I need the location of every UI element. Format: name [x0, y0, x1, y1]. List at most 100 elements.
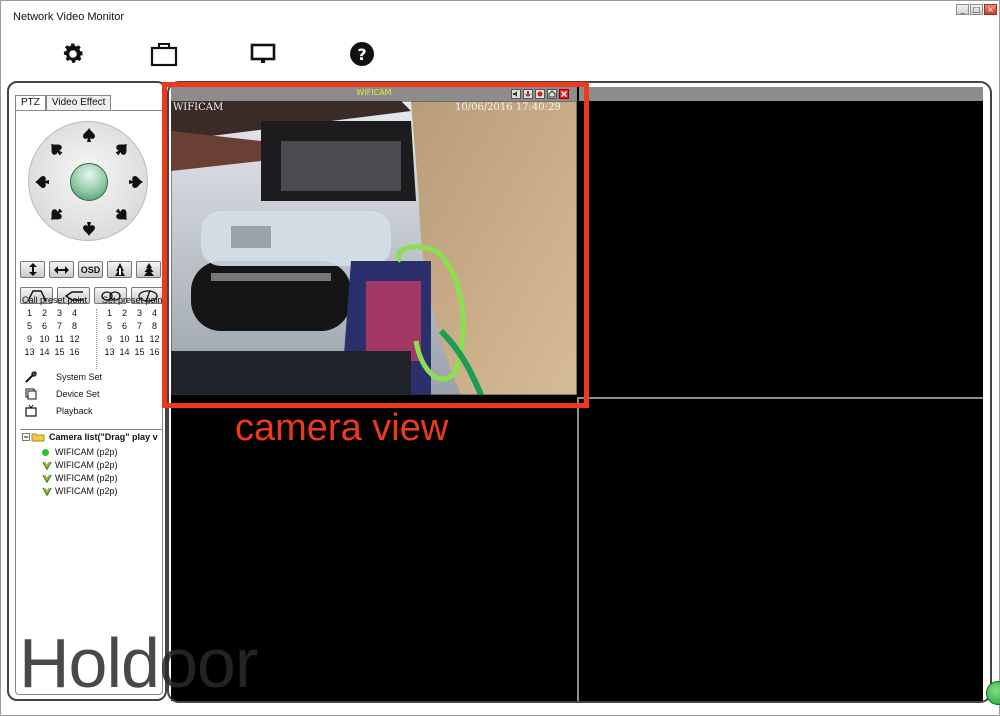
pan-up-left-button[interactable] [47, 140, 65, 158]
camera-controls [511, 89, 569, 99]
set-preset-point[interactable]: 7 [132, 321, 147, 331]
pan-up-right-button[interactable] [113, 140, 131, 158]
empty-cell-bar [579, 87, 983, 101]
call-preset-point[interactable]: 5 [22, 321, 37, 331]
svg-text:?: ? [357, 45, 366, 64]
spade-up-left-icon [51, 144, 63, 156]
call-preset-point[interactable]: 11 [52, 334, 67, 344]
camera-name: WIFICAM (p2p) [55, 447, 118, 457]
call-preset-point[interactable]: 12 [67, 334, 82, 344]
call-preset-point[interactable]: 3 [52, 308, 67, 318]
call-preset-header: Call preset point [22, 295, 88, 305]
camera-list-item[interactable]: WIFICAM (p2p) [42, 473, 118, 483]
system-set-label: System Set [56, 372, 103, 382]
set-preset-point[interactable]: 13 [102, 347, 117, 357]
record-button[interactable] [149, 39, 179, 69]
record-video-button[interactable] [535, 89, 545, 99]
call-preset-point[interactable]: 1 [22, 308, 37, 318]
close-video-button[interactable] [559, 89, 569, 99]
spade-up-icon [83, 128, 95, 142]
ptz-direction-pad [28, 121, 148, 241]
help-icon: ? [350, 42, 374, 66]
set-preset-point[interactable]: 2 [117, 308, 132, 318]
device-set-label: Device Set [56, 389, 100, 399]
pan-down-left-button[interactable] [47, 206, 65, 224]
set-preset-point[interactable]: 9 [102, 334, 117, 344]
horizontal-flip-button[interactable] [49, 261, 74, 278]
mute-button[interactable] [511, 89, 521, 99]
call-preset-point[interactable]: 2 [37, 308, 52, 318]
call-preset-point[interactable]: 13 [22, 347, 37, 357]
vertical-flip-button[interactable] [20, 261, 45, 278]
app-window: Network Video Monitor _ □ × ? PTZ Video … [0, 0, 1000, 716]
set-preset-point[interactable]: 8 [147, 321, 162, 331]
control-panel: PTZ Video Effect OSD Call preset point 1… [7, 81, 167, 701]
set-preset-point[interactable]: 10 [117, 334, 132, 344]
brand-watermark: Holdoor [19, 624, 258, 702]
set-preset-point[interactable]: 1 [102, 308, 117, 318]
title-bar: Network Video Monitor _ □ × [1, 1, 999, 31]
call-preset-point[interactable]: 15 [52, 347, 67, 357]
set-preset-point[interactable]: 16 [147, 347, 162, 357]
camera-feed-image [171, 101, 577, 395]
camera-list-item[interactable]: WIFICAM (p2p) [42, 447, 118, 457]
snapshot-button[interactable] [547, 89, 557, 99]
camera-list-item[interactable]: WIFICAM (p2p) [42, 486, 118, 496]
home-icon [548, 90, 556, 98]
spade-down-icon [83, 222, 95, 236]
osd-datetime: 10/06/2016 17:40:29 [455, 102, 561, 113]
set-preset-point[interactable]: 3 [132, 308, 147, 318]
call-preset-point[interactable]: 10 [37, 334, 52, 344]
tab-video-effect[interactable]: Video Effect [45, 95, 112, 110]
osd-button[interactable]: OSD [78, 261, 103, 278]
pan-up-button[interactable] [80, 126, 98, 144]
set-preset-point[interactable]: 5 [102, 321, 117, 331]
microphone-icon [525, 91, 531, 97]
help-button[interactable]: ? [347, 39, 377, 69]
set-preset-point[interactable]: 11 [132, 334, 147, 344]
monitor-icon [250, 43, 276, 63]
focus-near-button[interactable] [107, 261, 132, 278]
display-button[interactable] [248, 39, 278, 69]
video-cell-1[interactable]: WIFICAM WIFICAM 10/06/2016 17:40:29 [171, 87, 577, 395]
playback-icon [24, 405, 38, 417]
settings-button[interactable] [58, 39, 88, 69]
set-preset-point[interactable]: 14 [117, 347, 132, 357]
call-preset-point[interactable]: 9 [22, 334, 37, 344]
set-preset-point[interactable]: 15 [132, 347, 147, 357]
ptz-tab-content: OSD Call preset point 1 2 3 4 5 6 7 8 9 … [15, 110, 165, 695]
set-preset-point[interactable]: 6 [117, 321, 132, 331]
folder-icon [22, 433, 45, 442]
spade-down-left-icon [51, 208, 63, 220]
call-preset-point[interactable]: 7 [52, 321, 67, 331]
camera-list-item[interactable]: WIFICAM (p2p) [42, 460, 118, 470]
close-button[interactable]: × [984, 4, 997, 15]
call-preset-point[interactable]: 4 [67, 308, 82, 318]
call-preset-point[interactable]: 8 [67, 321, 82, 331]
call-preset-point[interactable]: 16 [67, 347, 82, 357]
camera-list-root[interactable]: Camera list("Drag" play v [22, 432, 158, 442]
call-preset-section: Call preset point 1 2 3 4 5 6 7 8 9 10 11 12 13 14 15 1… [22, 295, 87, 357]
pan-right-button[interactable] [127, 173, 145, 191]
system-set-menu-item[interactable]: System Set [24, 371, 102, 383]
device-set-menu-item[interactable]: Device Set [24, 388, 100, 400]
playback-menu-item[interactable]: Playback [24, 405, 93, 417]
status-badge-icon [986, 681, 1000, 705]
pan-down-button[interactable] [80, 220, 98, 238]
tab-ptz[interactable]: PTZ [15, 95, 46, 111]
set-preset-point[interactable]: 4 [147, 308, 162, 318]
minimize-button[interactable]: _ [956, 4, 969, 15]
set-preset-point[interactable]: 12 [147, 334, 162, 344]
talk-button[interactable] [523, 89, 533, 99]
call-preset-point[interactable]: 6 [37, 321, 52, 331]
record-icon [537, 91, 543, 97]
video-cell-2[interactable] [579, 87, 983, 395]
ptz-center-button[interactable] [70, 163, 108, 201]
camera-name: WIFICAM (p2p) [55, 486, 118, 496]
maximize-button[interactable]: □ [970, 4, 983, 15]
pan-left-button[interactable] [33, 173, 51, 191]
focus-far-button[interactable] [136, 261, 161, 278]
call-preset-point[interactable]: 14 [37, 347, 52, 357]
pan-down-right-button[interactable] [113, 206, 131, 224]
video-cell-4[interactable] [577, 397, 983, 701]
